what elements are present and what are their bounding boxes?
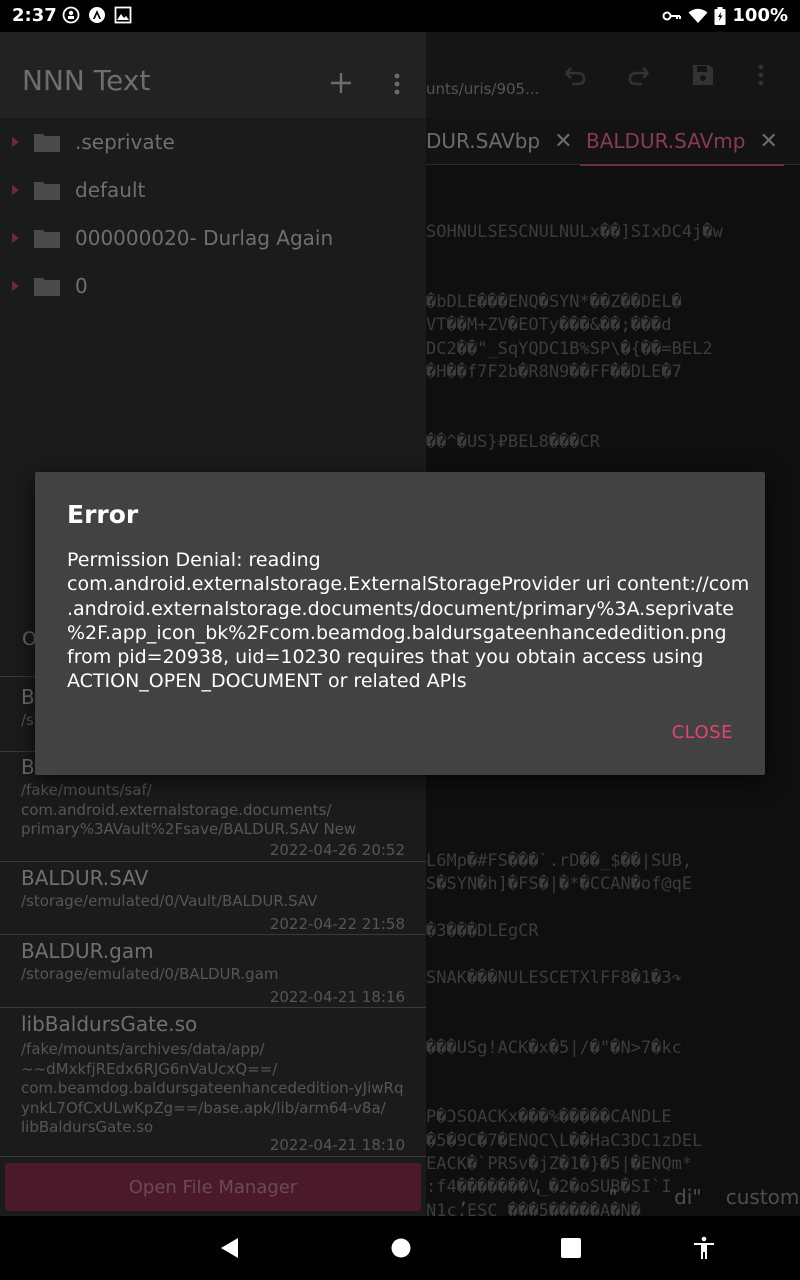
status-bar: 2:37 100% [0, 0, 800, 32]
battery-icon [714, 6, 726, 25]
vpn-icon [62, 6, 80, 24]
app-a-icon [89, 7, 105, 23]
close-button[interactable]: CLOSE [672, 722, 733, 743]
error-dialog: Error Permission Denial: reading com.and… [35, 472, 765, 775]
recents-icon[interactable] [559, 1236, 583, 1260]
clock: 2:37 [12, 5, 57, 26]
wifi-icon [688, 8, 708, 23]
battery-level: 100% [732, 5, 788, 26]
system-nav-bar [0, 1216, 800, 1280]
back-icon[interactable] [218, 1236, 242, 1260]
accessibility-icon[interactable] [692, 1236, 716, 1260]
dialog-title: Error [67, 500, 139, 529]
home-icon[interactable] [389, 1236, 413, 1260]
key-icon [662, 11, 682, 20]
gallery-icon [114, 6, 132, 24]
dialog-message: Permission Denial: reading com.android.e… [67, 549, 750, 693]
